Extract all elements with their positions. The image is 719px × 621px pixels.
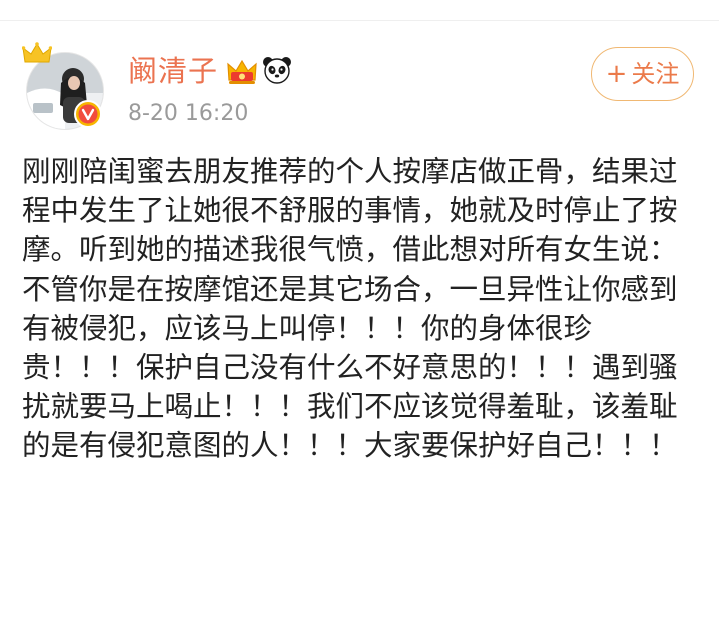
crown-icon [22,42,52,63]
username[interactable]: 阚清子 [128,53,218,89]
post-text: 刚刚陪闺蜜去朋友推荐的个人按摩店做正骨，结果过程中发生了让她很不舒服的事情，她就… [22,155,678,463]
post-header: 阚清子 8-20 16:20 + 关注 [0,0,719,140]
post-timestamp: 8-20 16:20 [128,101,249,126]
verified-v-icon [74,100,102,128]
plus-icon: + [605,59,628,89]
avatar-group[interactable] [22,42,108,130]
panda-icon[interactable] [262,55,292,85]
vip-crown-icon[interactable] [226,56,258,86]
follow-button[interactable]: + 关注 [591,47,694,101]
follow-button-label: 关注 [631,60,680,88]
